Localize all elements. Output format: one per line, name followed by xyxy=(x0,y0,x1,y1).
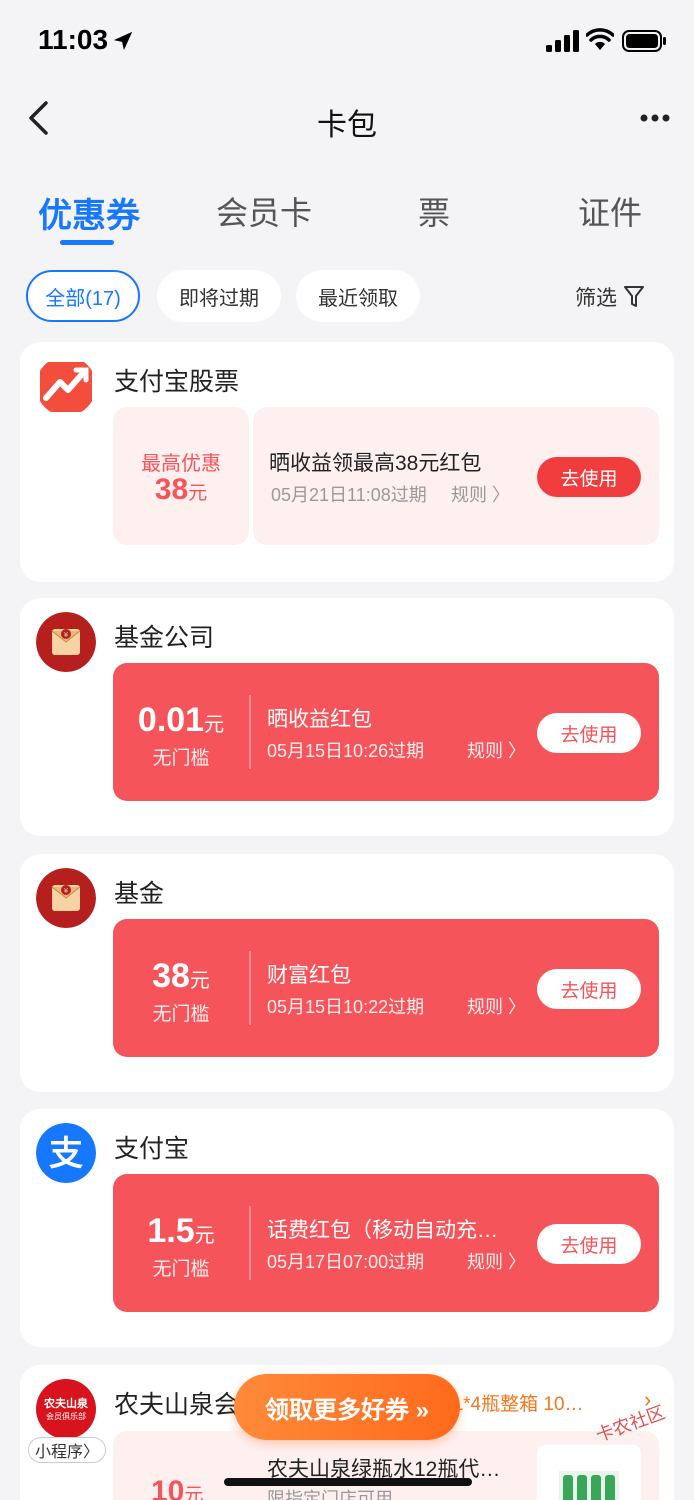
use-button[interactable]: 去使用 xyxy=(537,457,641,497)
alipay-logo-icon: 支 xyxy=(36,1123,96,1183)
coupon-ticket[interactable]: 0.01元 无门槛 晒收益红包 05月15日10:26过期 规则 〉 去使用 xyxy=(113,663,659,801)
tab-membership-cards[interactable]: 会员卡 xyxy=(216,188,312,234)
coupon-divider xyxy=(249,695,251,769)
filter-chip-expiring[interactable]: 即将过期 xyxy=(157,270,281,322)
coupon-amount-panel: 最高优惠 38元 xyxy=(113,407,249,545)
card-title: 支付宝 xyxy=(114,1135,190,1163)
coupon-ticket[interactable]: 1.5元 无门槛 话费红包（移动自动充… 05月17日07:00过期 规则 〉 … xyxy=(113,1174,659,1312)
funnel-icon xyxy=(624,286,644,307)
coupon-card: ¥ 基金公司 0.01元 无门槛 晒收益红包 05月15日10:26过期 规则 … xyxy=(20,598,674,836)
coupon-amount: 0.01元 xyxy=(137,701,225,739)
card-title: 基金 xyxy=(114,880,165,908)
coupon-condition: 无门槛 xyxy=(152,1004,210,1025)
coupon-amount: 38元 xyxy=(152,957,210,995)
coupon-amount: 38元 xyxy=(154,473,208,506)
coupon-card: 支付宝股票 最高优惠 38元 晒收益领最高38元红包 05月21日11:08过期… xyxy=(20,342,674,582)
logo-text: 农夫山泉 xyxy=(44,1397,88,1410)
rule-link[interactable]: 规则 〉 xyxy=(467,737,526,763)
filter-chip-recent[interactable]: 最近领取 xyxy=(296,270,420,322)
coupon-card: 支 支付宝 1.5元 无门槛 话费红包（移动自动充… 05月17日07:00过期… xyxy=(20,1109,674,1347)
coupon-expiry: 05月21日11:08过期 xyxy=(271,485,427,505)
coupon-title: 话费红包（移动自动充… xyxy=(267,1219,498,1242)
coupon-amount-panel: 38元 无门槛 xyxy=(113,919,249,1057)
tab-certificates[interactable]: 证件 xyxy=(578,188,642,234)
rule-link[interactable]: 规则 〉 xyxy=(467,993,526,1019)
rule-link[interactable]: 规则 〉 xyxy=(451,481,510,507)
coupon-title: 晒收益领最高38元红包 xyxy=(269,452,482,475)
battery-icon xyxy=(622,30,666,52)
location-arrow-icon xyxy=(113,31,133,51)
coupon-restriction: 限指定门店可用 xyxy=(267,1489,393,1500)
filter-label: 筛选 xyxy=(575,287,617,310)
svg-text:支: 支 xyxy=(49,1134,83,1174)
rule-link[interactable]: 规则 〉 xyxy=(467,1248,526,1274)
mini-program-badge[interactable]: 小程序〉 xyxy=(28,1437,107,1463)
coupon-amount-panel: 0.01元 无门槛 xyxy=(113,663,249,801)
coupon-expiry: 05月17日07:00过期 xyxy=(267,1252,425,1272)
tab-coupons[interactable]: 优惠券 xyxy=(38,188,140,237)
red-envelope-icon: ¥ xyxy=(36,868,96,928)
coupon-divider xyxy=(249,951,251,1025)
get-more-coupons-button[interactable]: 领取更多好券 » xyxy=(234,1374,460,1440)
card-title: 基金公司 xyxy=(114,624,215,652)
amount-label: 最高优惠 xyxy=(141,453,221,475)
coupon-amount-panel: 1.5元 无门槛 xyxy=(113,1174,249,1312)
coupon-amount: 10元 xyxy=(151,1475,204,1500)
nongfu-spring-logo-icon: 农夫山泉 会员俱乐部 xyxy=(36,1379,96,1439)
coupon-detail-panel[interactable]: 晒收益领最高38元红包 05月21日11:08过期 规则 〉 去使用 xyxy=(253,407,659,545)
filter-chip-all[interactable]: 全部(17) xyxy=(26,270,140,322)
coupon-condition: 无门槛 xyxy=(152,748,210,769)
active-tab-indicator xyxy=(60,240,114,245)
home-indicator xyxy=(224,1478,472,1486)
stock-logo-icon xyxy=(36,356,96,416)
filter-button[interactable]: 筛选 xyxy=(575,282,645,312)
red-envelope-icon: ¥ xyxy=(36,612,96,672)
page-title: 卡包 xyxy=(317,109,377,142)
logo-subtext: 会员俱乐部 xyxy=(46,1411,86,1421)
use-button[interactable]: 去使用 xyxy=(537,1224,641,1264)
coupon-amount: 1.5元 xyxy=(147,1212,215,1250)
coupon-divider xyxy=(249,1206,251,1280)
coupon-ticket[interactable]: 10元 农夫山泉绿瓶水12瓶代… 限指定门店可用 xyxy=(113,1431,659,1500)
more-icon[interactable] xyxy=(640,108,670,128)
tab-tickets[interactable]: 票 xyxy=(418,188,450,234)
status-time: 11:03 xyxy=(38,24,109,55)
card-title: 支付宝股票 xyxy=(114,368,240,396)
cellular-signal-icon xyxy=(546,30,579,52)
use-button[interactable]: 去使用 xyxy=(537,969,641,1009)
svg-text:¥: ¥ xyxy=(64,887,69,895)
coupon-expiry: 05月15日10:22过期 xyxy=(267,997,425,1017)
coupon-ticket[interactable]: 38元 无门槛 财富红包 05月15日10:22过期 规则 〉 去使用 xyxy=(113,919,659,1057)
coupon-condition: 无门槛 xyxy=(152,1259,210,1280)
product-thumbnail xyxy=(537,1445,641,1500)
use-button[interactable]: 去使用 xyxy=(537,713,641,753)
coupon-title: 财富红包 xyxy=(267,964,351,987)
coupon-expiry: 05月15日10:26过期 xyxy=(267,741,425,761)
status-bar: 11:03 xyxy=(0,0,694,80)
coupon-card: ¥ 基金 38元 无门槛 财富红包 05月15日10:22过期 规则 〉 去使用 xyxy=(20,854,674,1092)
coupon-title: 晒收益红包 xyxy=(267,708,372,731)
svg-text:¥: ¥ xyxy=(64,631,69,639)
wifi-icon xyxy=(586,28,614,50)
